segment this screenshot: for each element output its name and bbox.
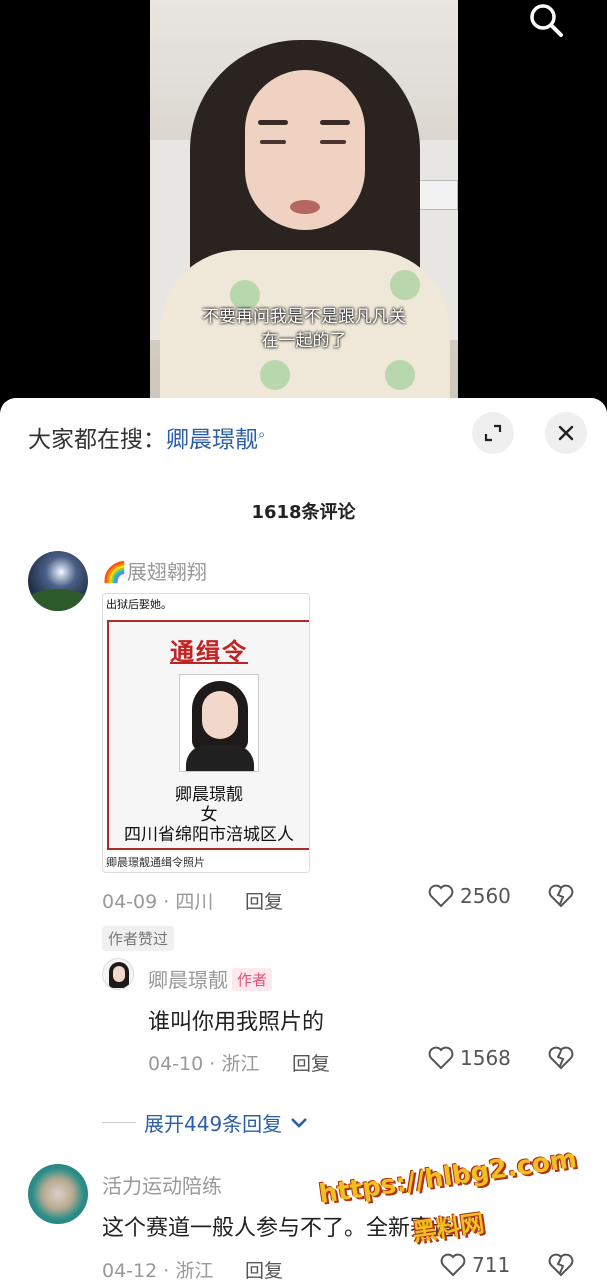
- poster-title: 通缉令: [170, 638, 248, 666]
- search-icon[interactable]: [526, 2, 566, 38]
- comment-date: 04-09 · 四川: [102, 891, 214, 913]
- rainbow-icon: 🌈: [102, 560, 127, 584]
- broken-heart-icon[interactable]: [548, 1046, 574, 1074]
- close-icon[interactable]: [545, 412, 587, 454]
- shirt-pattern: [390, 270, 420, 300]
- reply-text: 谁叫你用我照片的: [148, 1010, 325, 1035]
- divider: [102, 1122, 136, 1123]
- reply-button[interactable]: 回复: [245, 1256, 283, 1280]
- comment-username[interactable]: 活力运动陪练: [102, 1170, 222, 1199]
- username-text: 展翅翱翔: [126, 560, 207, 584]
- like-count: 1568: [460, 1046, 511, 1070]
- id-photo: [179, 674, 259, 772]
- expand-replies-label: 展开449条回复: [144, 1112, 283, 1136]
- expand-icon[interactable]: [472, 412, 514, 454]
- comment-text: 这个赛道一般人参与不了。全新赛道: [102, 1216, 455, 1241]
- left-eye: [260, 140, 286, 144]
- heart-icon: [428, 1046, 454, 1070]
- reply-button[interactable]: 回复: [245, 887, 283, 914]
- like-button[interactable]: 2560: [428, 884, 511, 908]
- comment-date: 04-12 · 浙江: [102, 1260, 214, 1280]
- right-brow: [320, 120, 350, 125]
- air-conditioner: [418, 180, 458, 210]
- video-player[interactable]: 不要再问我是不是跟凡凡关 在一起的了: [0, 0, 607, 420]
- comment-count: 1618条评论: [251, 502, 356, 523]
- wanted-poster: 通缉令 卿晨璟靓 女 四川省绵阳市涪城区人: [107, 620, 309, 850]
- trending-search-label: 大家都在搜：: [28, 427, 166, 453]
- avatar[interactable]: [28, 551, 88, 611]
- broken-heart-icon[interactable]: [548, 884, 574, 912]
- comments-panel: 大家都在搜：卿晨璟靓⌕ 1618条评论 🌈展翅翱翔 出狱后娶她。 通缉令 卿晨璟…: [0, 398, 607, 1280]
- comment-username[interactable]: 🌈展翅翱翔: [102, 556, 207, 585]
- like-count: 711: [472, 1253, 511, 1277]
- shirt-pattern: [385, 360, 415, 390]
- chevron-down-icon: [291, 1117, 308, 1128]
- small-search-icon: ⌕: [258, 427, 266, 443]
- expand-replies-button[interactable]: 展开449条回复: [102, 1108, 308, 1137]
- author-liked-badge: 作者赞过: [102, 926, 175, 951]
- like-count: 2560: [460, 884, 511, 908]
- shirt-pattern: [260, 360, 290, 390]
- broken-heart-icon[interactable]: [548, 1253, 574, 1280]
- heart-icon: [440, 1253, 466, 1277]
- image-caption: 出狱后娶她。: [106, 598, 172, 611]
- reply-button[interactable]: 回复: [292, 1049, 330, 1076]
- video-subtitle: 不要再问我是不是跟凡凡关 在一起的了: [150, 305, 458, 353]
- poster-address: 四川省绵阳市涪城区人: [124, 825, 294, 845]
- subtitle-line-1: 不要再问我是不是跟凡凡关: [202, 307, 406, 327]
- left-brow: [258, 120, 288, 125]
- avatar[interactable]: [28, 1164, 88, 1224]
- comment-image[interactable]: 出狱后娶她。 通缉令 卿晨璟靓 女 四川省绵阳市涪城区人 卿晨璟靓通缉令照片: [102, 593, 310, 873]
- like-button[interactable]: 711: [440, 1253, 510, 1277]
- heart-icon: [428, 884, 454, 908]
- right-eye: [320, 140, 346, 144]
- reply-date: 04-10 · 浙江: [148, 1053, 260, 1075]
- reply-username[interactable]: 卿晨璟靓 作者: [148, 964, 273, 993]
- author-badge: 作者: [232, 968, 273, 991]
- username-text: 卿晨璟靓: [148, 968, 228, 992]
- trending-search[interactable]: 大家都在搜：卿晨璟靓⌕: [28, 420, 265, 454]
- trending-search-term[interactable]: 卿晨璟靓: [166, 427, 258, 453]
- avatar[interactable]: [102, 958, 134, 990]
- poster-footer: 卿晨璟靓通缉令照片: [106, 856, 205, 869]
- person-mouth: [290, 200, 320, 214]
- like-button[interactable]: 1568: [428, 1046, 511, 1070]
- subtitle-line-2: 在一起的了: [261, 331, 347, 351]
